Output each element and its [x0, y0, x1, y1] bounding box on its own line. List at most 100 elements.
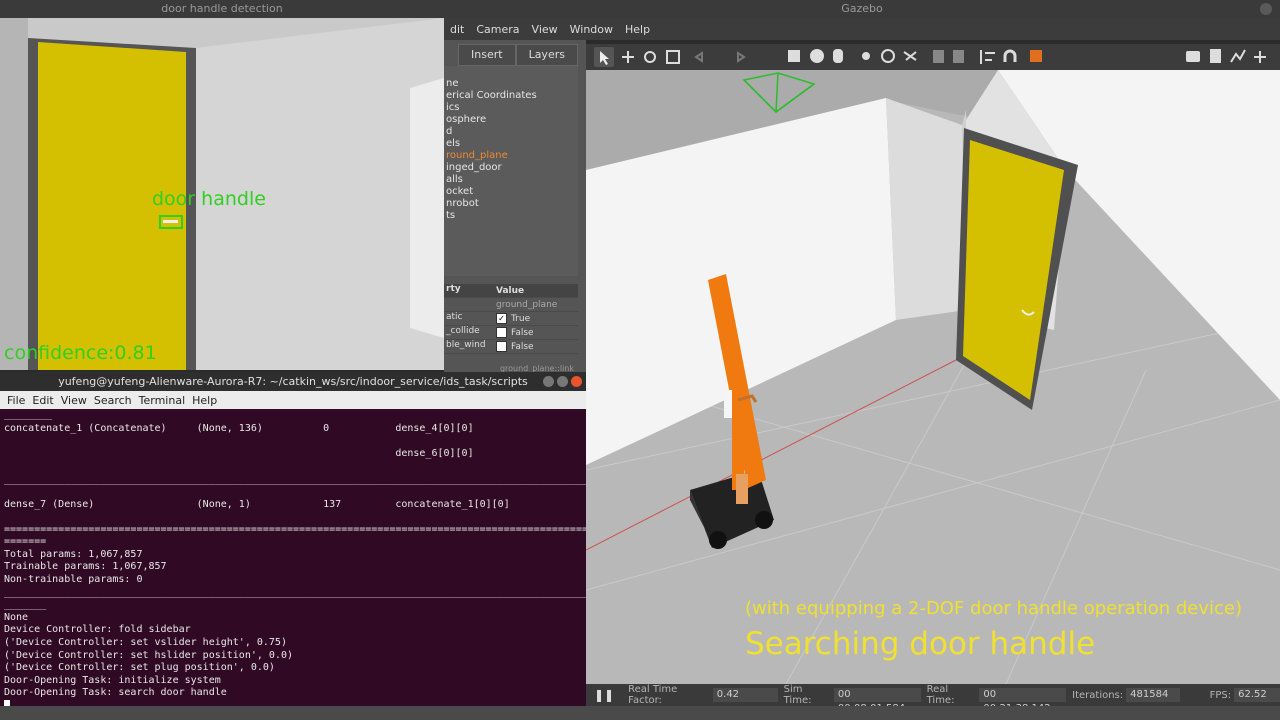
gazebo-3d-scene[interactable]	[586, 70, 1280, 684]
translate-icon	[622, 51, 634, 63]
terminal-menu-file[interactable]: File	[7, 394, 25, 407]
terminal-line: dense_7 (Dense) (None, 1) 137 concatenat…	[4, 499, 510, 510]
terminal-line: Non-trainable params: 0	[4, 574, 143, 585]
tab-layers[interactable]: Layers	[515, 44, 578, 66]
terminal-line: concatenate_1 (Concatenate) (None, 136) …	[4, 423, 474, 434]
prop-key: _collide	[446, 326, 480, 336]
point-light-icon	[862, 52, 870, 60]
menu-view[interactable]: View	[532, 23, 558, 36]
prop-key: atic	[446, 312, 463, 322]
plot-icon	[1230, 49, 1246, 63]
terminal-line: =======	[4, 536, 47, 547]
terminal-line: ('Device Controller: set vslider height'…	[4, 637, 287, 648]
undo-icon	[694, 51, 703, 63]
terminal-line: Door-Opening Task: search door handle	[4, 687, 227, 698]
terminal-menu-help[interactable]: Help	[192, 394, 217, 407]
gazebo-tabs: Insert Layers	[444, 44, 578, 66]
tree-item[interactable]: nrobot	[444, 198, 578, 210]
iterations-label: Iterations:	[1072, 689, 1124, 701]
gazebo-status-bar: ❚❚ Real Time Factor: 0.42 Sim Time: 00 0…	[586, 684, 1280, 714]
detection-window-title: door handle detection	[0, 0, 444, 18]
screenshot-icon	[1186, 51, 1200, 62]
terminal-line: ('Device Controller: set hslider positio…	[4, 650, 293, 661]
menu-camera[interactable]: Camera	[476, 23, 519, 36]
terminal-line: ________________________________________…	[4, 474, 586, 485]
tree-item[interactable]: ics	[444, 102, 578, 114]
terminal-menu-view[interactable]: View	[61, 394, 87, 407]
checkbox-icon[interactable]	[496, 327, 507, 338]
window-close-icon[interactable]	[1260, 3, 1272, 15]
terminal-line: Door-Opening Task: initialize system	[4, 675, 221, 686]
log-icon	[1210, 49, 1221, 63]
terminal-menu-terminal[interactable]: Terminal	[139, 394, 186, 407]
maximize-icon[interactable]	[557, 376, 568, 387]
paste-icon	[953, 50, 964, 63]
scene-render	[586, 70, 1280, 684]
prop-key: ble_wind	[446, 340, 486, 350]
sim-time-value: 00 00:08:01.584	[833, 688, 921, 714]
menu-edit[interactable]: dit	[450, 23, 464, 36]
world-tree: ne erical Coordinates ics osphere d els …	[444, 66, 578, 276]
terminal-line: ________	[4, 409, 53, 420]
color-icon	[1030, 50, 1042, 62]
terminal-output[interactable]: ________ concatenate_1 (Concatenate) (No…	[0, 409, 586, 706]
rtf-value: 0.42	[712, 688, 778, 702]
terminal-line: dense_6[0][0]	[4, 448, 474, 459]
terminal-menu-edit[interactable]: Edit	[32, 394, 53, 407]
scale-icon	[666, 50, 680, 64]
terminal-line: ________________________________________…	[4, 587, 586, 598]
align-icon	[980, 50, 995, 64]
rtf-label: Real Time Factor:	[628, 684, 678, 706]
fps-label: FPS:	[1209, 689, 1232, 701]
pause-icon[interactable]: ❚❚	[594, 688, 614, 702]
tab-insert[interactable]: Insert	[458, 44, 516, 66]
prop-value: False	[511, 327, 534, 338]
tree-item-selected[interactable]: round_plane	[444, 150, 578, 162]
terminal-line: ========================================…	[4, 524, 586, 535]
terminal-line: Device Controller: fold sidebar	[4, 624, 191, 635]
tree-item[interactable]: ocket	[444, 186, 578, 198]
tree-item[interactable]: osphere	[444, 114, 578, 126]
prop-value: True	[511, 313, 531, 324]
video-icon	[1254, 51, 1266, 63]
spot-light-icon	[881, 49, 895, 63]
tree-item[interactable]: els	[444, 138, 578, 150]
directional-light-icon	[903, 51, 917, 61]
tree-item[interactable]: ts	[444, 210, 578, 222]
terminal-line: ('Device Controller: set plug position',…	[4, 662, 275, 673]
snap-icon	[1003, 49, 1017, 62]
tree-item[interactable]: erical Coordinates	[444, 90, 578, 102]
terminal-line: Total params: 1,067,857	[4, 549, 143, 560]
close-icon[interactable]	[571, 376, 582, 387]
cylinder-icon	[833, 49, 843, 63]
prop-header-value: Value	[496, 285, 525, 296]
gazebo-title-bar: Gazebo	[444, 0, 1280, 18]
real-time-value: 00 00:21:38.142	[979, 688, 1067, 714]
copy-icon	[933, 50, 944, 63]
box-icon	[788, 50, 800, 62]
detection-camera-view: door handle confidence:0.81	[0, 18, 444, 370]
bottom-strip	[0, 706, 1280, 720]
caption-subtitle: (with equipping a 2-DOF door handle oper…	[745, 598, 1242, 619]
tree-item[interactable]: ne	[444, 78, 578, 90]
gazebo-toolbar	[586, 44, 1280, 70]
tree-item[interactable]: alls	[444, 174, 578, 186]
tree-item[interactable]: d	[444, 126, 578, 138]
terminal-menu-search[interactable]: Search	[94, 394, 132, 407]
prop-value: ground_plane	[496, 299, 558, 310]
toolbar-icons	[594, 47, 1266, 67]
fps-value: 62.52	[1234, 688, 1280, 702]
prop-value: False	[511, 341, 534, 352]
menu-window[interactable]: Window	[570, 23, 613, 36]
tree-item[interactable]: inged_door	[444, 162, 578, 174]
terminal-line: _______	[4, 599, 47, 610]
checkbox-icon[interactable]	[496, 341, 507, 352]
sphere-icon	[810, 49, 824, 63]
rotate-icon	[644, 51, 656, 63]
sim-time-label: Sim Time:	[783, 684, 812, 706]
detection-label: door handle	[152, 188, 266, 210]
caption-title: Searching door handle	[745, 626, 1096, 662]
menu-help[interactable]: Help	[625, 23, 650, 36]
minimize-icon[interactable]	[543, 376, 554, 387]
checkbox-checked-icon[interactable]: ✓	[496, 313, 507, 324]
